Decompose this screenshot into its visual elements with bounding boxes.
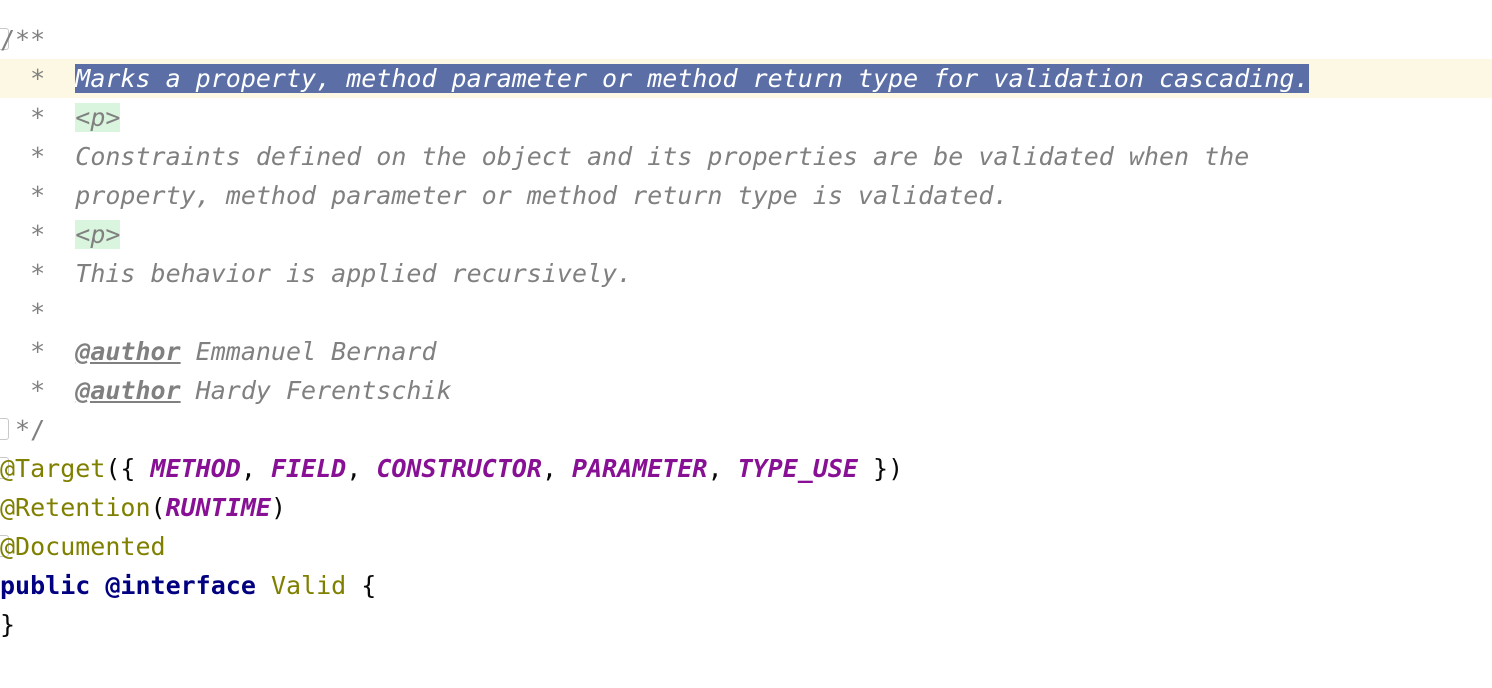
code-line[interactable]: */ (0, 410, 1492, 449)
code-line-text: * property, method parameter or method r… (0, 176, 1492, 215)
code-line-text: */ (0, 410, 1492, 449)
code-line-text: } (0, 605, 1492, 644)
enum-constant-field: FIELD (270, 454, 347, 483)
javadoc-body-text: property, method parameter or method ret… (75, 181, 1009, 210)
punctuation: }) (858, 454, 904, 483)
javadoc-star: * (0, 103, 76, 132)
code-line-text: /** (0, 20, 1492, 59)
code-line-text: * <p> (0, 98, 1492, 137)
javadoc-author-tag: @author (75, 376, 181, 405)
code-line-text: public @interface Valid { (0, 566, 1492, 605)
documented-annotation: @Documented (0, 532, 166, 561)
javadoc-star: * (0, 220, 76, 249)
keyword-public: public (0, 571, 91, 600)
code-line[interactable]: @Documented (0, 527, 1492, 566)
javadoc-star: * (0, 298, 46, 327)
javadoc-star: * (0, 337, 76, 366)
comment-close-delimiter: */ (0, 415, 46, 444)
comment-open-delimiter: /** (0, 25, 46, 54)
code-line-text: @Target({ METHOD, FIELD, CONSTRUCTOR, PA… (0, 449, 1492, 488)
javadoc-star: * (0, 181, 76, 210)
javadoc-star: * (0, 259, 76, 288)
punctuation: , (541, 454, 572, 483)
javadoc-star: * (0, 142, 76, 171)
retention-annotation: @Retention (0, 493, 151, 522)
target-annotation: @Target (0, 454, 106, 483)
enum-constant-runtime: RUNTIME (165, 493, 271, 522)
code-line[interactable]: * This behavior is applied recursively. (0, 254, 1492, 293)
javadoc-star: * (0, 376, 76, 405)
code-line[interactable]: * property, method parameter or method r… (0, 176, 1492, 215)
keyword-at-interface: @interface (105, 571, 256, 600)
javadoc-star: * (0, 64, 76, 93)
javadoc-body-text: Constraints defined on the object and it… (75, 142, 1250, 171)
code-line-text: * <p> (0, 215, 1492, 254)
code-line-text: @Retention(RUNTIME) (0, 488, 1492, 527)
javadoc-html-paragraph-tag: <p> (75, 220, 121, 249)
enum-constant-method: METHOD (150, 454, 241, 483)
code-line-text: * Constraints defined on the object and … (0, 137, 1492, 176)
punctuation: ({ (105, 454, 151, 483)
code-line-text: * This behavior is applied recursively. (0, 254, 1492, 293)
javadoc-author-name: Hardy Ferentschik (180, 376, 452, 405)
code-line-text: * @author Hardy Ferentschik (0, 371, 1492, 410)
code-line[interactable]: * <p> (0, 98, 1492, 137)
code-line[interactable]: * @author Hardy Ferentschik (0, 371, 1492, 410)
code-lines-container[interactable]: /** * Marks a property, method parameter… (0, 20, 1492, 644)
code-line[interactable]: * <p> (0, 215, 1492, 254)
code-line[interactable]: /** (0, 20, 1492, 59)
code-line[interactable]: * Marks a property, method parameter or … (0, 59, 1492, 98)
punctuation: ( (150, 493, 166, 522)
punctuation: ) (270, 493, 286, 522)
punctuation: , (707, 454, 738, 483)
code-editor[interactable]: /** * Marks a property, method parameter… (0, 0, 1492, 688)
punctuation: { (346, 571, 377, 600)
punctuation (90, 571, 105, 600)
enum-constant-parameter: PARAMETER (572, 454, 708, 483)
punctuation (256, 571, 271, 600)
javadoc-summary-text: Marks a property, method parameter or me… (75, 64, 1310, 93)
code-line[interactable]: } (0, 605, 1492, 644)
javadoc-author-tag: @author (75, 337, 181, 366)
punctuation: , (346, 454, 377, 483)
enum-constant-constructor: CONSTRUCTOR (376, 454, 542, 483)
punctuation: , (240, 454, 271, 483)
javadoc-body-text: This behavior is applied recursively. (75, 259, 633, 288)
type-name-valid: Valid (270, 571, 347, 600)
code-line[interactable]: @Retention(RUNTIME) (0, 488, 1492, 527)
javadoc-author-name: Emmanuel Bernard (180, 337, 437, 366)
code-line-text: * (0, 293, 1492, 332)
code-line-text: @Documented (0, 527, 1492, 566)
code-line-text: * Marks a property, method parameter or … (0, 59, 1492, 98)
code-line[interactable]: * Constraints defined on the object and … (0, 137, 1492, 176)
code-line[interactable]: @Target({ METHOD, FIELD, CONSTRUCTOR, PA… (0, 449, 1492, 488)
code-line-text: * @author Emmanuel Bernard (0, 332, 1492, 371)
javadoc-html-paragraph-tag: <p> (75, 103, 121, 132)
code-line[interactable]: public @interface Valid { (0, 566, 1492, 605)
code-line[interactable]: * @author Emmanuel Bernard (0, 332, 1492, 371)
code-line[interactable]: * (0, 293, 1492, 332)
closing-brace: } (0, 610, 16, 639)
enum-constant-type-use: TYPE_USE (737, 454, 858, 483)
